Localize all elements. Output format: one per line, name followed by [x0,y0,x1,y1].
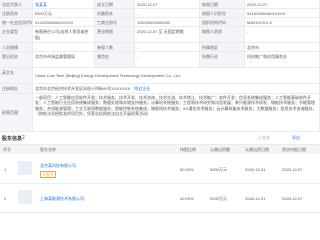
watermark-logo: 企查查 [258,135,270,140]
label-credit-code: 统一社会信用代码 [0,18,33,27]
company-logo [18,190,32,204]
section-title: 股东信息 [2,136,23,142]
subscribed-date: 2040-12-31 [245,196,266,201]
label-business-scope: 经营范围 [0,94,33,132]
address-cell: 北京市北京经济技术开发区科创十四街99号XXXXXXX 附近企业 [33,84,320,94]
shareholder-count: 2 [22,135,25,141]
label-insured: 参保人数 [95,43,135,52]
label-business-term: 营业期限 [95,27,135,43]
label-legal-rep: 法定代表人 [0,0,33,9]
value-reg-no: 110000000000000 [135,18,200,27]
label-tax-id: 纳税人识别号 [200,9,245,18]
value-established: 2020-12-07 [135,0,200,9]
value-business-term: 2020-12-07 至 无固定期限 [135,27,200,43]
label-reg-authority: 登记机关 [0,52,33,68]
shareholder-section-header: 股东信息 2 企查查 导出 [0,134,320,145]
subscribed-date: 2040-12-31 [245,167,266,172]
label-established: 成立日期 [95,0,135,9]
value-taxpayer-status: - [245,27,320,43]
label-registered-capital: 注册资本 [0,9,33,18]
shareholder-name[interactable]: 北京某科技有限公司 [40,163,76,169]
col-ratio: 持股比例 [180,147,196,152]
col-amount: 认缴出资额 [210,147,230,152]
row-index: 2 [4,196,7,201]
export-button[interactable]: 导出 [292,135,300,141]
value-insured: - [135,43,200,52]
label-english-name: 英文名 [0,68,33,84]
major-shareholder-badge: 大股东 [40,171,56,178]
first-holding-date: 2020-12-07 [282,167,303,172]
nearby-companies-link[interactable]: 附近企业 [134,84,150,93]
label-org-code: 组织机构代码 [200,18,245,27]
value-region: 北京市 [245,43,320,52]
value-business-scope: 一般项目：人工智能应用软件开发；技术服务、技术开发、技术咨询、技术交流、技术转让… [33,94,320,132]
label-staff-size: 人员规模 [0,43,33,52]
value-former-name: - [135,52,200,68]
subscribed-amount: 3000万元 [210,167,227,172]
label-company-type: 企业类型 [0,27,33,43]
subscribed-amount: 2000万元 [210,196,227,201]
col-index: 序号 [3,147,11,152]
label-region: 所属地区 [200,43,245,52]
value-english-name: China Coal Tech (Beijing) Energy Develop… [33,68,320,84]
table-row: 1 北京某科技有限公司 大股东 60.00% 3000万元 2040-12-31… [0,155,320,184]
label-former-name: 曾用名 [95,52,135,68]
value-address: 北京市北京经济技术开发区科创十四街99号XXXXXXX [35,86,131,91]
holding-ratio: 60.00% [180,167,194,172]
label-approved: 核准日期 [200,0,245,9]
value-approved: 2020-12-07 [245,0,320,9]
value-org-code: MA01XXXX-X [245,18,320,27]
row-index: 1 [4,167,7,172]
col-first-date: 首次持股日期 [282,147,306,152]
value-industry: 科技推广和应用服务业 [245,52,320,68]
value-legal-rep[interactable]: 张某某 [33,0,95,9]
company-info-table: 法定代表人 张某某 成立日期 2020-12-07 核准日期 2020-12-0… [0,0,320,132]
value-reg-authority: 北京市市场监督管理局 [33,52,95,68]
value-staff-size: - [33,43,95,52]
label-address: 注册地址 [0,84,33,94]
table-row: 2 上海某能源技术有限公司 40.00% 2000万元 2040-12-31 2… [0,184,320,213]
value-credit-code: 91110000MA01XXXX [33,18,95,27]
holding-ratio: 40.00% [180,196,194,201]
label-industry: 所属行业 [200,52,245,68]
value-paid-capital: - [135,9,200,18]
company-logo [18,161,32,175]
value-tax-id: 91110000MA01XXXX [245,9,320,18]
col-date: 认缴出资日期 [245,147,269,152]
shareholder-table-header: 序号 股东名称 持股比例 认缴出资额 认缴出资日期 首次持股日期 [0,145,320,154]
first-holding-date: 2020-12-07 [282,196,303,201]
label-taxpayer-status: 纳税人资质 [200,27,245,43]
label-paid-capital: 实缴资本 [95,9,135,18]
value-company-type: 有限责任公司(自然人投资或控股) [33,27,95,43]
shareholder-name[interactable]: 上海某能源技术有限公司 [40,196,84,202]
col-name: 股东名称 [40,147,56,152]
label-reg-no: 工商注册号 [95,18,135,27]
value-registered-capital: 5000万元 [33,9,95,18]
